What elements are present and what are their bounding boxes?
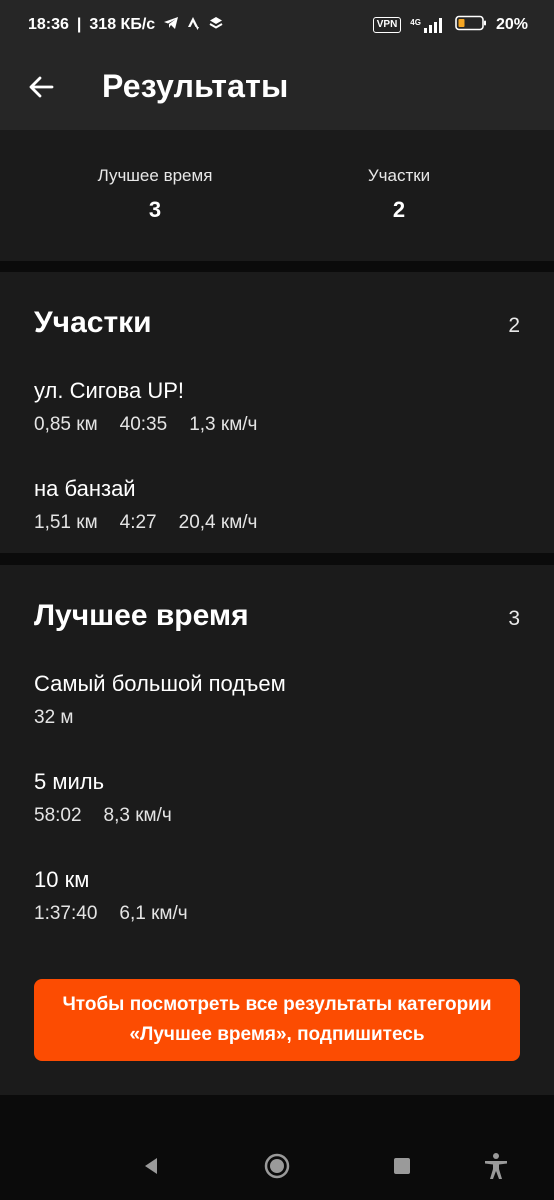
triangle-back-icon: [145, 1158, 157, 1174]
summary-best-time[interactable]: Лучшее время 3: [30, 166, 280, 223]
nav-accessibility-button[interactable]: [482, 1152, 510, 1180]
summary-best-time-value: 3: [148, 197, 162, 222]
best-effort-name: 10 км: [34, 867, 90, 892]
best-effort-speed: 8,3 км/ч: [103, 805, 172, 826]
segment-distance: 0,85 км: [34, 414, 98, 435]
signal-group: 4G: [410, 17, 446, 33]
layers-icon: [209, 16, 223, 35]
best-effort-value: 32 м: [34, 707, 74, 728]
segment-item[interactable]: ул. Сигова UP! 0,85 км 40:35 1,3 км/ч: [34, 378, 257, 436]
vpn-badge: VPN: [372, 17, 402, 33]
status-time: 18:36: [28, 16, 69, 33]
segment-name: ул. Сигова UP!: [34, 378, 184, 403]
best-time-section: Лучшее время 3 Самый большой подъем 32 м…: [0, 565, 554, 1095]
best-effort-item[interactable]: 10 км 1:37:40 6,1 км/ч: [34, 867, 188, 925]
page-title: Результаты: [102, 68, 289, 104]
nav-home-button[interactable]: [263, 1152, 291, 1180]
segments-section-count: 2: [508, 314, 520, 337]
best-effort-stats: 1:37:40 6,1 км/ч: [34, 903, 188, 925]
status-bar-right: VPN 4G 20%: [372, 15, 528, 36]
circle-home-icon: [264, 1153, 290, 1179]
best-effort-item[interactable]: 5 миль 58:02 8,3 км/ч: [34, 769, 172, 827]
best-effort-name: 5 миль: [34, 769, 105, 794]
summary-panel: Лучшее время 3 Участки 2: [0, 130, 554, 261]
best-effort-time: 58:02: [34, 805, 82, 826]
system-nav-bar: [0, 1130, 554, 1200]
back-button[interactable]: [26, 72, 56, 102]
segment-time: 40:35: [119, 414, 168, 435]
accessibility-icon: [485, 1153, 507, 1179]
best-effort-speed: 6,1 км/ч: [119, 903, 188, 924]
best-effort-stats: 32 м: [34, 707, 286, 729]
signal-icon: [423, 18, 442, 33]
segment-distance: 1,51 км: [34, 512, 98, 533]
segment-time: 4:27: [119, 512, 157, 533]
status-speed: 318 КБ/с: [89, 16, 156, 33]
status-bar-left: 18:36 | 318 КБ/с: [28, 16, 223, 35]
best-effort-name: Самый большой подъем: [34, 671, 286, 696]
best-effort-stats: 58:02 8,3 км/ч: [34, 805, 172, 827]
status-bar: 18:36 | 318 КБ/с VPN 4G 20%: [0, 0, 554, 50]
network-type: 4G: [410, 18, 421, 27]
subscribe-button[interactable]: Чтобы посмотреть все результаты категори…: [34, 979, 520, 1061]
nav-recents-button[interactable]: [388, 1152, 416, 1180]
telegram-icon: [163, 16, 179, 35]
segments-section: Участки 2 ул. Сигова UP! 0,85 км 40:35 1…: [0, 272, 554, 553]
battery-percent: 20%: [495, 16, 528, 33]
best-effort-item[interactable]: Самый большой подъем 32 м: [34, 671, 286, 729]
strava-icon: [187, 16, 201, 35]
nav-back-button[interactable]: [137, 1152, 165, 1180]
summary-best-time-label: Лучшее время: [97, 166, 213, 185]
summary-segments-label: Участки: [367, 166, 431, 185]
segment-item[interactable]: на банзай 1,51 км 4:27 20,4 км/ч: [34, 476, 257, 534]
segment-name: на банзай: [34, 476, 136, 501]
segment-stats: 0,85 км 40:35 1,3 км/ч: [34, 414, 257, 436]
square-recents-icon: [394, 1158, 410, 1174]
results-screen: 18:36 | 318 КБ/с VPN 4G 20% Результаты Л…: [0, 0, 554, 1200]
best-time-section-count: 3: [508, 607, 520, 630]
summary-segments[interactable]: Участки 2: [274, 166, 524, 223]
segment-stats: 1,51 км 4:27 20,4 км/ч: [34, 512, 257, 534]
best-time-section-title: Лучшее время: [34, 599, 249, 632]
arrow-left-icon: [29, 76, 54, 98]
status-separator: |: [76, 16, 82, 33]
app-header: Результаты: [0, 50, 554, 130]
battery-icon: [455, 15, 487, 36]
segments-section-title: Участки: [34, 306, 152, 339]
segment-speed: 20,4 км/ч: [178, 512, 258, 533]
segment-speed: 1,3 км/ч: [189, 414, 258, 435]
summary-segments-value: 2: [392, 197, 406, 222]
best-effort-time: 1:37:40: [34, 903, 98, 924]
